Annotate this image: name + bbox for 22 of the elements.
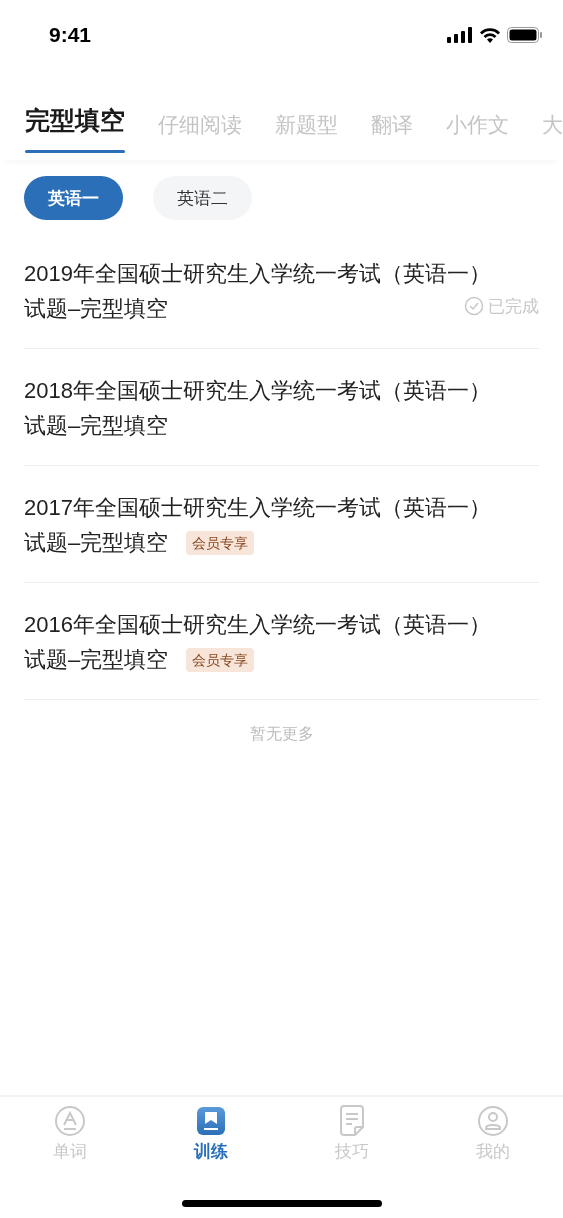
battery-icon: [507, 27, 543, 43]
no-more-text: 暂无更多: [248, 724, 315, 744]
exam-title-line[interactable]: 试题–完型填空: [24, 291, 169, 326]
letter-a-icon: [54, 1105, 87, 1137]
category-tab[interactable]: 完型填空: [25, 104, 125, 153]
exam-title-line[interactable]: 2018年全国硕士研究生入学统一考试（英语一）: [24, 373, 539, 408]
signal-icon: [447, 27, 473, 43]
exam-title-line[interactable]: 试题–完型填空: [24, 525, 169, 560]
exam-title-line[interactable]: 2017年全国硕士研究生入学统一考试（英语一）: [24, 490, 539, 525]
member-badge: 会员专享: [186, 530, 255, 555]
exam-title-line[interactable]: 2019年全国硕士研究生入学统一考试（英语一）: [24, 256, 539, 291]
bookmark-book-icon: [196, 1106, 227, 1136]
wifi-icon: [479, 27, 501, 43]
nav-tab[interactable]: 训练: [140, 1105, 282, 1163]
exam-title-line[interactable]: 试题–完型填空: [24, 408, 169, 443]
status-time: 9:41: [49, 23, 92, 47]
exam-filter-chip[interactable]: 英语一: [24, 176, 123, 220]
exam-filter-chip[interactable]: 英语二: [153, 176, 252, 220]
person-icon: [476, 1105, 509, 1137]
exam-title-line[interactable]: 试题–完型填空: [24, 642, 169, 677]
member-badge: 会员专享: [186, 647, 255, 672]
exam-title-line[interactable]: 2016年全国硕士研究生入学统一考试（英语一）: [24, 607, 539, 642]
